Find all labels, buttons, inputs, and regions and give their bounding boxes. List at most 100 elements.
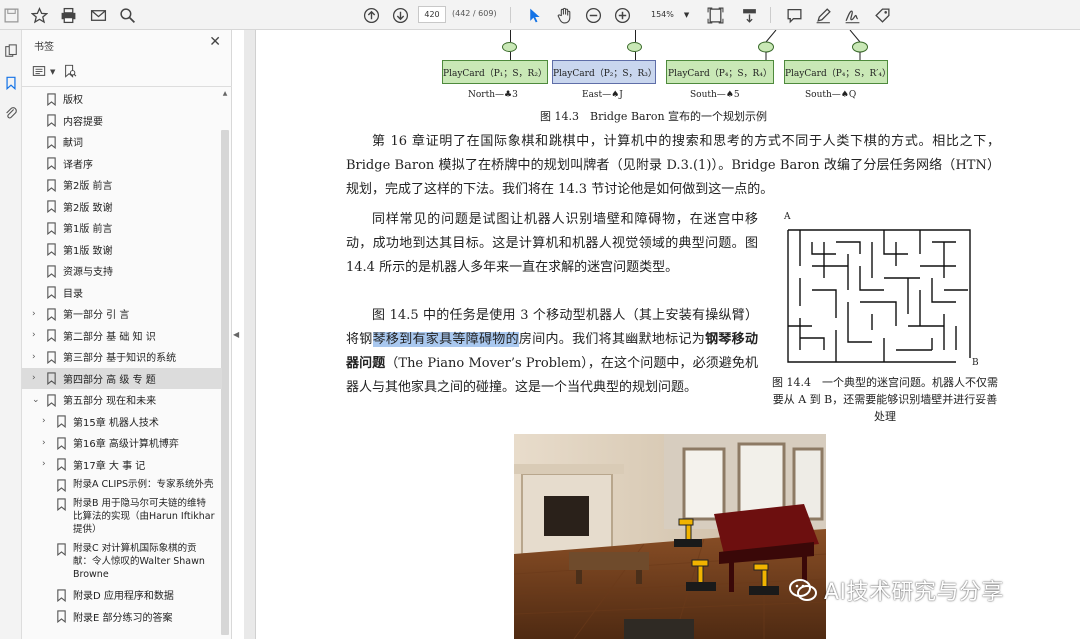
bookmark-item[interactable]: › 第16章 高级计算机博弈 — [22, 432, 222, 454]
chevron-right-icon[interactable]: › — [32, 352, 42, 362]
scroll-mode-icon[interactable] — [738, 4, 760, 26]
chevron-right-icon[interactable]: › — [42, 416, 52, 426]
bookmark-icon — [56, 498, 67, 512]
bookmark-icon — [46, 394, 57, 407]
bookmark-label: 第二部分 基 础 知 识 — [63, 331, 156, 343]
panel-title: 书签 — [34, 42, 54, 53]
bookmark-item[interactable]: 附录B 用于隐马尔可夫链的维特比算法的实现（由Harun Iftikhar提供） — [22, 494, 222, 539]
wechat-icon — [789, 579, 817, 601]
bookmark-icon — [46, 179, 57, 192]
paragraph-text: 房间内。我们将其幽默地标记为 — [518, 332, 706, 347]
panel-splitter[interactable] — [244, 30, 256, 639]
playcard-box: PlayCard（P₄；S，R₄） — [666, 60, 774, 84]
bookmark-label: 附录E 部分练习的答案 — [73, 612, 173, 624]
watermark-text: AI技术研究与分享 — [824, 580, 1005, 605]
page-down-icon[interactable] — [389, 4, 411, 26]
page-count: (442 / 609) — [452, 9, 497, 18]
find-bookmark-icon[interactable] — [63, 64, 77, 81]
maze-label-a: A — [784, 212, 791, 222]
chevron-right-icon[interactable]: › — [42, 459, 52, 469]
bookmark-item[interactable]: 第1版 致谢 — [22, 239, 222, 261]
fit-page-icon[interactable] — [704, 4, 726, 26]
bookmark-item[interactable]: › 第二部分 基 础 知 识 — [22, 325, 222, 347]
panel-scrollbar[interactable] — [221, 130, 229, 635]
bookmark-icon — [46, 93, 57, 106]
watermark: AI技术研究与分享 — [788, 574, 1004, 606]
thumbnails-icon[interactable] — [2, 42, 20, 60]
chevron-right-icon[interactable]: › — [32, 330, 42, 340]
bookmark-item[interactable]: 内容提要 — [22, 110, 222, 132]
page-up-icon[interactable] — [360, 4, 382, 26]
bookmark-item[interactable]: › 第三部分 基于知识的系统 — [22, 346, 222, 368]
node-oval — [502, 42, 517, 52]
bookmark-item[interactable]: › 第四部分 高 级 专 题 — [22, 367, 222, 389]
branch-lines — [758, 30, 868, 60]
zoom-select[interactable]: 154% ▼ — [644, 6, 692, 23]
cursor-icon[interactable] — [523, 4, 545, 26]
document-view[interactable]: PlayCard（P₁；S，R₂） PlayCard（P₂；S，R₃） Play… — [256, 30, 1080, 639]
chevron-right-icon[interactable]: › — [32, 373, 42, 383]
bookmark-icon — [46, 351, 57, 364]
close-icon[interactable]: ✕ — [209, 34, 221, 50]
bookmark-label: 附录C 对计算机国际象棋的贡献：令人惊叹的Walter Shawn Browne — [73, 543, 205, 580]
bookmark-item[interactable]: › 第一部分 引 言 — [22, 303, 222, 325]
sign-icon[interactable] — [841, 4, 863, 26]
chevron-down-icon[interactable]: ▼ — [50, 68, 55, 76]
save-icon[interactable] — [0, 4, 22, 26]
bookmark-star-icon[interactable] — [28, 4, 50, 26]
figure-caption: 图 14.3 Bridge Baron 宣布的一个规划示例 — [540, 110, 768, 123]
bookmark-icon — [46, 157, 57, 171]
arrow-connector — [510, 30, 511, 42]
bookmark-item[interactable]: 献词 — [22, 131, 222, 153]
playcard-box: PlayCard（P₄；S，R′₄） — [784, 60, 891, 84]
bookmark-item[interactable]: › 第17章 大 事 记 — [22, 454, 222, 476]
bookmark-item[interactable]: 译者序 — [22, 153, 222, 175]
bookmark-icon — [46, 329, 57, 343]
bookmark-label: 第16章 高级计算机博弈 — [73, 439, 179, 451]
bookmark-label: 版权 — [63, 95, 83, 107]
bookmark-icon — [56, 458, 67, 472]
comment-icon[interactable] — [783, 4, 805, 26]
chevron-right-icon[interactable]: › — [42, 438, 52, 448]
scroll-up-icon[interactable]: ▲ — [221, 90, 229, 98]
bookmark-icon — [46, 243, 57, 257]
options-menu-icon[interactable] — [32, 64, 46, 81]
search-icon[interactable] — [116, 4, 138, 26]
bookmark-item[interactable]: 版权 — [22, 88, 222, 110]
pen-icon[interactable] — [812, 4, 834, 26]
bookmark-item[interactable]: 第2版 前言 — [22, 174, 222, 196]
chevron-down-icon[interactable]: ⌄ — [32, 395, 42, 405]
playcard-caption: East—♠J — [582, 90, 623, 100]
hand-icon[interactable] — [553, 4, 575, 26]
bookmark-item[interactable]: 附录E 部分练习的答案 — [22, 606, 222, 628]
bookmark-icon — [56, 589, 67, 602]
bookmarks-icon[interactable] — [2, 74, 20, 92]
print-icon[interactable] — [57, 4, 79, 26]
zoom-in-icon[interactable] — [611, 4, 633, 26]
selected-text[interactable]: 琴移到有家具等障碍物的 — [372, 332, 519, 347]
bookmark-item[interactable]: › 第15章 机器人技术 — [22, 411, 222, 433]
bookmark-item[interactable]: 附录D 应用程序和数据 — [22, 584, 222, 606]
zoom-out-icon[interactable] — [582, 4, 604, 26]
bookmark-item[interactable]: 第1版 前言 — [22, 217, 222, 239]
bookmark-label: 第15章 机器人技术 — [73, 417, 159, 429]
bookmark-label: 第17章 大 事 记 — [73, 460, 146, 472]
bookmark-icon — [56, 543, 67, 557]
bookmark-icon — [46, 265, 57, 278]
bookmark-item[interactable]: 附录A CLIPS示例：专家系统外壳 — [22, 475, 222, 494]
paragraph-text: （The Piano Mover’s Problem），在这个问题中，必须避免机… — [346, 356, 758, 395]
bookmark-item[interactable]: 附录C 对计算机国际象棋的贡献：令人惊叹的Walter Shawn Browne — [22, 539, 222, 584]
chevron-right-icon[interactable]: › — [32, 309, 42, 319]
stamp-icon[interactable] — [871, 4, 893, 26]
bookmark-item[interactable]: ⌄ 第五部分 现在和未来 — [22, 389, 222, 411]
bookmark-item[interactable]: 资源与支持 — [22, 260, 222, 282]
bookmark-item[interactable]: 目录 — [22, 282, 222, 304]
paragraph: 图 14.5 中的任务是使用 3 个移动型机器人（其上安装有操纵臂）将钢琴移到有… — [346, 304, 758, 400]
panel-toolbar: ▼ — [32, 62, 77, 82]
page-number-input[interactable]: 420 — [418, 6, 446, 23]
bookmark-label: 目录 — [63, 288, 83, 300]
email-icon[interactable] — [87, 4, 109, 26]
bookmark-item[interactable]: 第2版 致谢 — [22, 196, 222, 218]
attachments-icon[interactable] — [2, 104, 20, 122]
collapse-panel-icon[interactable]: ◀ — [233, 330, 239, 339]
